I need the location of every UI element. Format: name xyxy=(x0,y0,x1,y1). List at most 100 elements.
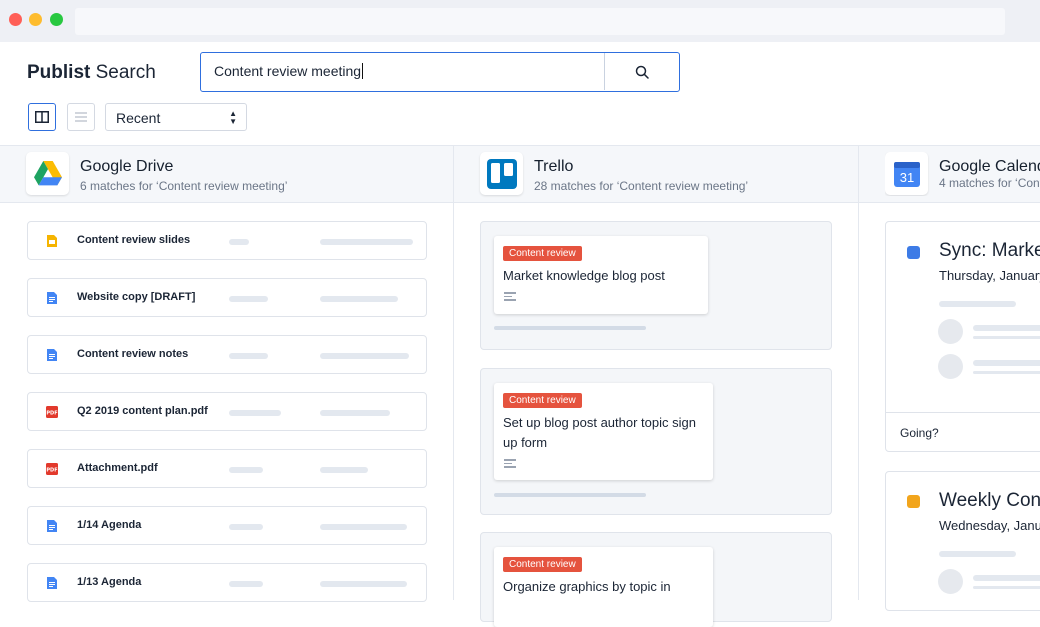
placeholder-bar xyxy=(320,296,398,302)
sort-select[interactable]: Recent ▲ ▼ xyxy=(105,103,247,131)
file-name: 1/14 Agenda xyxy=(77,519,142,531)
event-title: Sync: Marketing xyxy=(939,240,1040,261)
google-docs-icon xyxy=(47,577,57,589)
brand-rest: Search xyxy=(90,62,156,83)
google-docs-icon xyxy=(47,520,57,532)
trello-icon xyxy=(480,152,523,195)
list-view-button[interactable] xyxy=(67,103,95,131)
file-row[interactable]: PDF Attachment.pdf xyxy=(27,449,427,488)
placeholder-bar xyxy=(229,296,268,302)
google-docs-icon xyxy=(47,349,57,361)
placeholder-bar xyxy=(973,575,1040,581)
placeholder-bar xyxy=(320,410,390,416)
calendar-event-card[interactable]: Sync: Marketing Thursday, January Going? xyxy=(885,221,1040,452)
placeholder-bar xyxy=(320,581,407,587)
calendar-column-header: 31 Google Calendar 4 matches for ‘Conten… xyxy=(885,152,1040,196)
file-name: Q2 2019 content plan.pdf xyxy=(77,405,208,417)
placeholder-bar xyxy=(973,371,1040,374)
card-title: Market knowledge blog post xyxy=(503,268,665,283)
trello-list: Content review Organize graphics by topi… xyxy=(480,532,832,627)
placeholder-bar xyxy=(320,467,368,473)
placeholder-bar xyxy=(229,467,263,473)
trello-title: Trello xyxy=(534,158,574,175)
search-button[interactable] xyxy=(605,53,679,90)
card-label: Content review xyxy=(503,393,582,408)
google-calendar-icon: 31 xyxy=(885,152,928,195)
placeholder-bar xyxy=(973,336,1040,339)
card-label: Content review xyxy=(503,557,582,572)
trello-card[interactable]: Content review Set up blog post author t… xyxy=(494,383,713,480)
placeholder-bar xyxy=(973,586,1040,589)
google-drive-icon xyxy=(26,152,69,195)
address-bar[interactable] xyxy=(75,8,1005,35)
event-date: Wednesday, January xyxy=(939,518,1040,533)
placeholder-bar xyxy=(229,581,263,587)
card-title: Organize graphics by topic in xyxy=(503,579,671,594)
description-icon xyxy=(504,292,516,302)
placeholder-bar xyxy=(320,524,407,530)
calendar-event-card[interactable]: Weekly Content Wednesday, January xyxy=(885,471,1040,611)
calendar-title: Google Calendar xyxy=(939,158,1040,175)
search-box[interactable]: Content review meeting xyxy=(200,52,680,92)
drive-title: Google Drive xyxy=(80,158,174,175)
placeholder-bar xyxy=(320,353,409,359)
app-title: Publist Search xyxy=(27,62,156,84)
minimize-window-button[interactable] xyxy=(29,13,42,26)
trello-list: Content review Set up blog post author t… xyxy=(480,368,832,515)
grid-view-icon xyxy=(35,111,49,123)
trello-list: Content review Market knowledge blog pos… xyxy=(480,221,832,350)
event-color-marker xyxy=(907,246,920,259)
window-chrome xyxy=(0,0,1040,42)
list-view-icon xyxy=(75,112,87,122)
placeholder-bar xyxy=(973,360,1040,366)
file-row[interactable]: Content review slides xyxy=(27,221,427,260)
file-name: Website copy [DRAFT] xyxy=(77,291,196,303)
event-color-marker xyxy=(907,495,920,508)
pdf-icon: PDF xyxy=(46,406,58,418)
column-divider xyxy=(453,146,454,600)
card-label: Content review xyxy=(503,246,582,261)
trello-card[interactable]: Content review Organize graphics by topi… xyxy=(494,547,713,627)
placeholder-bar xyxy=(939,301,1016,307)
placeholder-bar xyxy=(229,353,268,359)
placeholder-bar xyxy=(229,239,249,245)
attendee-avatar xyxy=(938,569,963,594)
column-divider xyxy=(858,146,859,600)
sort-selected-value: Recent xyxy=(116,110,161,126)
rsvp-row[interactable]: Going? xyxy=(886,412,1040,451)
file-row[interactable]: 1/14 Agenda xyxy=(27,506,427,545)
trello-card[interactable]: Content review Market knowledge blog pos… xyxy=(494,236,708,314)
placeholder-bar xyxy=(320,239,413,245)
search-icon xyxy=(635,65,649,79)
file-row[interactable]: PDF Q2 2019 content plan.pdf xyxy=(27,392,427,431)
close-window-button[interactable] xyxy=(9,13,22,26)
calendar-day: 31 xyxy=(899,170,913,185)
search-input[interactable]: Content review meeting xyxy=(214,63,363,79)
file-name: Attachment.pdf xyxy=(77,462,158,474)
attendee-avatar xyxy=(938,319,963,344)
brand-bold: Publist xyxy=(27,62,91,83)
placeholder-bar xyxy=(494,326,646,330)
card-title: Set up blog post author topic sign up fo… xyxy=(503,415,696,450)
file-name: Content review slides xyxy=(77,234,191,246)
placeholder-bar xyxy=(973,325,1040,331)
file-name: 1/13 Agenda xyxy=(77,576,142,588)
file-row[interactable]: Content review notes xyxy=(27,335,427,374)
maximize-window-button[interactable] xyxy=(50,13,63,26)
placeholder-bar xyxy=(494,493,646,497)
trello-match-count: 28 matches for ‘Content review meeting’ xyxy=(534,179,749,193)
attendee-avatar xyxy=(938,354,963,379)
svg-text:PDF: PDF xyxy=(46,410,57,416)
file-row[interactable]: Website copy [DRAFT] xyxy=(27,278,427,317)
event-date: Thursday, January xyxy=(939,268,1040,283)
placeholder-bar xyxy=(229,410,281,416)
file-row[interactable]: 1/13 Agenda xyxy=(27,563,427,602)
google-slides-icon xyxy=(47,235,57,247)
rsvp-prompt: Going? xyxy=(900,426,939,440)
event-title: Weekly Content xyxy=(939,490,1040,511)
grid-view-button[interactable] xyxy=(28,103,56,131)
drive-match-count: 6 matches for ‘Content review meeting’ xyxy=(80,179,288,193)
svg-text:PDF: PDF xyxy=(46,467,57,473)
google-docs-icon xyxy=(47,292,57,304)
file-name: Content review notes xyxy=(77,348,189,360)
